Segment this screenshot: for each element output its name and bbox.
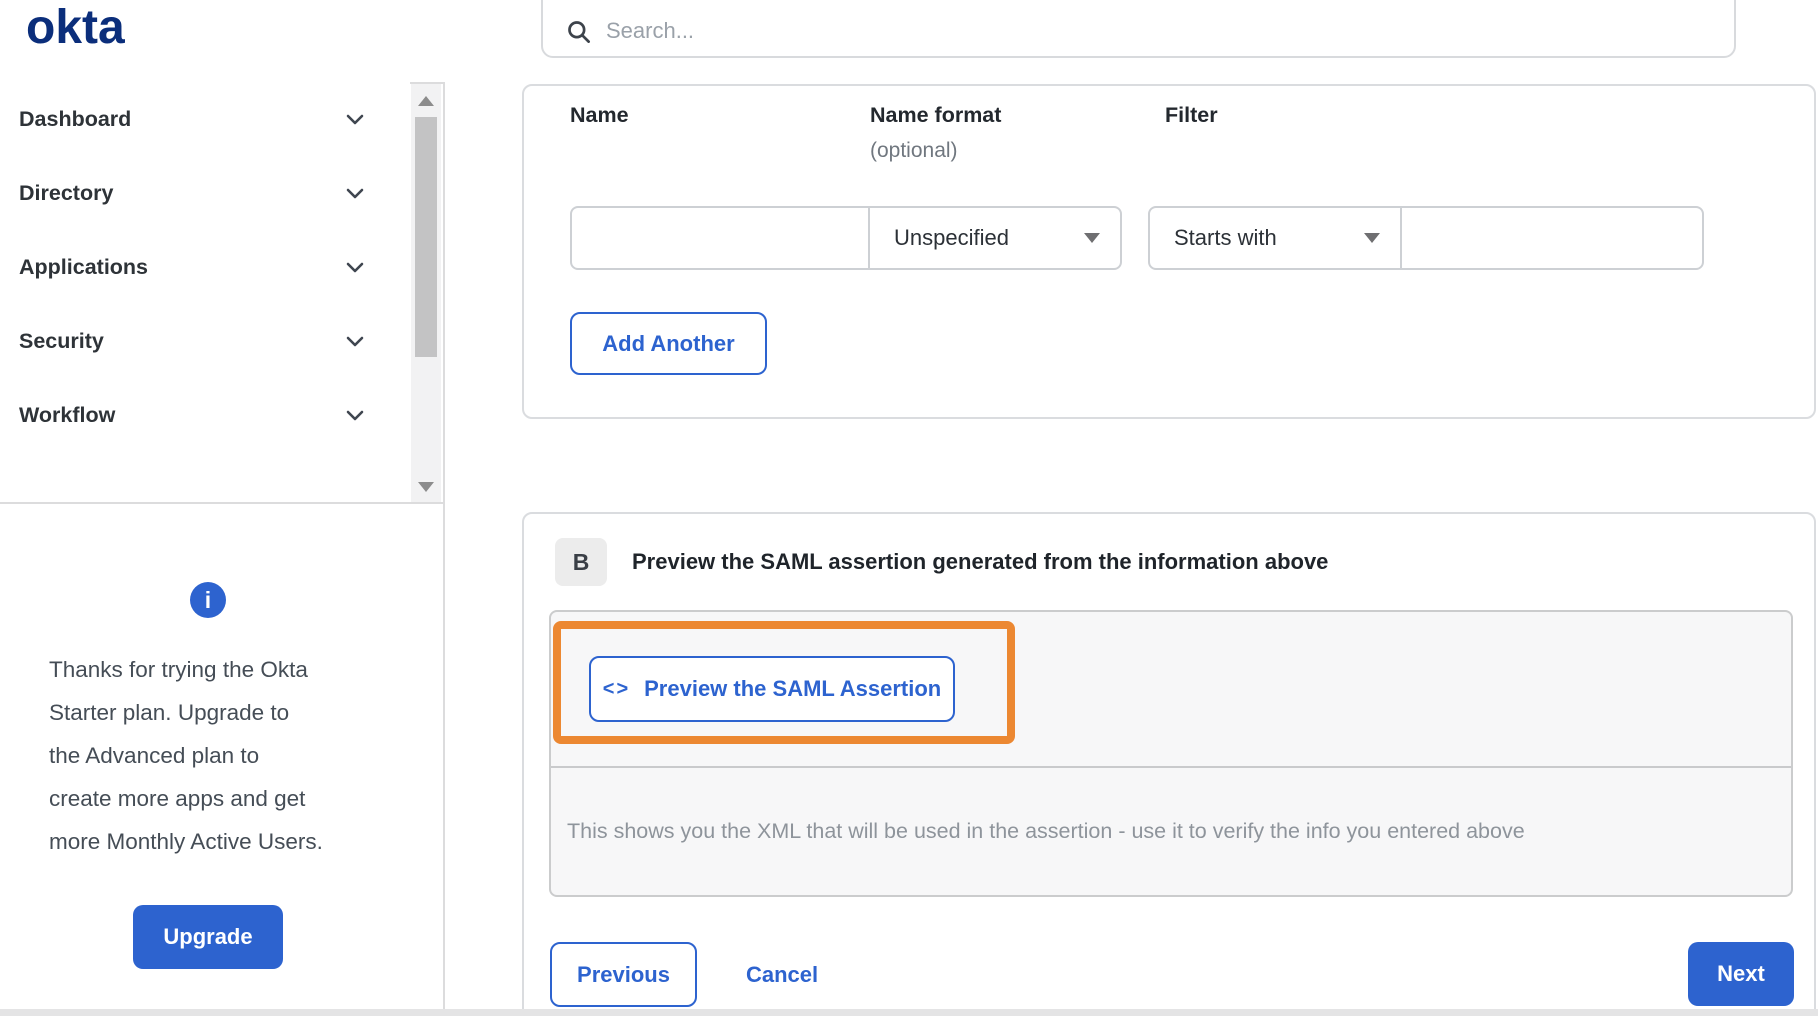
sidebar-item-label: Workflow [19,402,116,427]
dropdown-caret-icon [1364,233,1380,243]
sidebar-item-applications[interactable]: Applications [0,230,410,304]
okta-admin-page: okta Search... Dashboard Directory Appli… [0,0,1818,1016]
search-input[interactable]: Search... [541,0,1736,58]
sidebar-item-label: Applications [19,254,149,279]
dropdown-caret-icon [1084,233,1100,243]
name-format-label: Name format [870,103,1002,127]
step-b-badge: B [555,538,607,586]
sidebar-item-directory[interactable]: Directory [0,156,410,230]
chevron-down-icon [343,329,367,353]
section-b-title: Preview the SAML assertion generated fro… [632,549,1329,574]
sidebar-item-label: Security [19,328,104,353]
scrollbar-down-arrow-icon[interactable] [418,482,434,492]
sidebar-item-dashboard[interactable]: Dashboard [0,82,410,156]
chevron-down-icon [343,107,367,131]
upgrade-button[interactable]: Upgrade [133,905,283,969]
plan-upgrade-note: Thanks for trying the Okta Starter plan.… [49,657,323,854]
scrollbar-up-arrow-icon[interactable] [418,96,434,106]
name-format-selected-value: Unspecified [894,225,1009,250]
name-label: Name [570,103,629,127]
sidebar-item-workflow[interactable]: Workflow [0,378,410,452]
okta-logo[interactable]: okta [26,0,125,55]
saml-preview-panel-top: <> Preview the SAML Assertion [551,612,1791,768]
sidebar-right-divider [443,82,445,1009]
sidebar-scrollbar[interactable] [411,84,441,502]
saml-preview-panel: <> Preview the SAML Assertion This shows… [549,610,1793,897]
saml-preview-card: B Preview the SAML assertion generated f… [522,512,1816,1016]
name-format-select[interactable]: Unspecified [868,206,1122,270]
previous-button[interactable]: Previous [550,942,697,1007]
preview-saml-assertion-label: Preview the SAML Assertion [644,676,942,701]
saml-preview-panel-bottom: This shows you the XML that will be used… [551,768,1791,895]
add-another-button[interactable]: Add Another [570,312,767,375]
name-input[interactable] [570,206,870,270]
chevron-down-icon [343,403,367,427]
code-icon: <> [602,677,631,700]
filter-operator-selected-value: Starts with [1174,225,1277,250]
chevron-down-icon [343,255,367,279]
filter-value-input[interactable] [1400,206,1704,270]
info-icon: i [190,582,226,618]
sidebar-item-label: Directory [19,180,114,205]
sidebar-item-security[interactable]: Security [0,304,410,378]
scrollbar-thumb[interactable] [415,117,437,357]
cancel-link[interactable]: Cancel [746,942,818,1007]
preview-saml-assertion-button[interactable]: <> Preview the SAML Assertion [589,656,955,722]
next-button[interactable]: Next [1688,942,1794,1006]
name-format-optional-label: (optional) [870,139,958,162]
sidebar-item-label: Dashboard [19,106,132,131]
window-bottom-edge [0,1009,1818,1016]
attribute-form-card: Name Name format (optional) Filter Unspe… [522,84,1816,419]
saml-preview-note: This shows you the XML that will be used… [567,819,1525,843]
sidebar-bottom-divider [0,502,443,504]
filter-operator-select[interactable]: Starts with [1148,206,1402,270]
search-icon [565,18,592,45]
search-placeholder: Search... [606,18,695,43]
filter-label: Filter [1165,103,1218,127]
chevron-down-icon [343,181,367,205]
